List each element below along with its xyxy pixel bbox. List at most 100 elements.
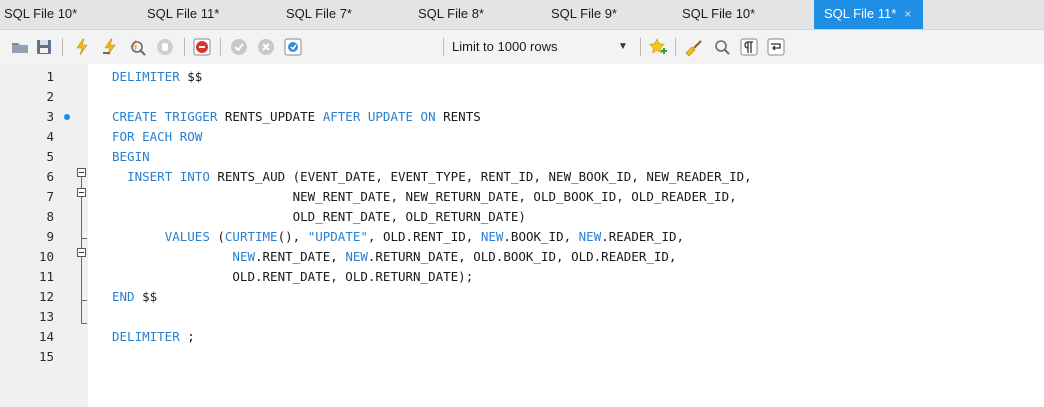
code-token: .RENT_DATE,	[255, 249, 346, 264]
code-token: (	[209, 229, 225, 244]
code-line[interactable]: 5 BEGIN	[0, 147, 1044, 167]
sql-code-editor[interactable]: 1 DELIMITER $$ 2 3 CREATE TRIGGER RENTS_UPDA…	[0, 64, 1044, 407]
code-text: BEGIN	[112, 147, 150, 167]
code-token: $$	[134, 289, 158, 304]
explain-magnifier-icon[interactable]	[127, 37, 147, 57]
sql-editor-toolbar: Limit to 1000 rows ▼	[0, 30, 1044, 65]
find-icon[interactable]	[712, 37, 732, 57]
code-line[interactable]: 4 FOR EACH ROW	[0, 127, 1044, 147]
code-line[interactable]: 8 OLD_RENT_DATE, OLD_RETURN_DATE)	[0, 207, 1044, 227]
sql-keyword: CURTIME	[224, 229, 278, 244]
code-line[interactable]: 6 INSERT INTO RENTS_AUD (EVENT_DATE, EVE…	[0, 167, 1044, 187]
sql-keyword: VALUES	[164, 229, 210, 244]
code-token: .READER_ID,	[601, 229, 685, 244]
code-text: VALUES (CURTIME(), "UPDATE", OLD.RENT_ID…	[112, 227, 684, 247]
code-token: OLD_RENT_DATE, OLD_RETURN_DATE)	[112, 209, 526, 224]
code-token: RENTS_UPDATE	[217, 109, 323, 124]
code-line[interactable]: 14 DELIMITER ;	[0, 327, 1044, 347]
code-line[interactable]: 1 DELIMITER $$	[0, 67, 1044, 87]
sql-keyword: "UPDATE"	[307, 229, 368, 244]
limit-rows-select[interactable]: Limit to 1000 rows ▼	[452, 36, 634, 58]
code-text: OLD_RENT_DATE, OLD_RETURN_DATE)	[112, 207, 526, 227]
close-icon[interactable]: ×	[904, 7, 911, 21]
autocommit-icon[interactable]	[283, 37, 303, 57]
line-number: 12	[38, 289, 54, 304]
save-icon[interactable]	[34, 37, 54, 57]
sql-keyword: NEW	[578, 229, 602, 244]
code-text: END $$	[112, 287, 157, 307]
fold-toggle-values[interactable]	[77, 248, 86, 257]
open-folder-icon[interactable]	[10, 37, 30, 57]
fold-toggle-begin[interactable]	[77, 168, 86, 177]
tab-sql-file-9[interactable]: SQL File 9*	[551, 0, 617, 29]
code-token: $$	[179, 69, 203, 84]
sql-keyword: END	[112, 289, 135, 304]
tab-sql-file-11-a[interactable]: SQL File 11*	[147, 0, 219, 29]
code-token: OLD.RENT_DATE, OLD.RETURN_DATE);	[112, 269, 474, 284]
rollback-icon[interactable]	[256, 37, 276, 57]
sql-keyword: NEW	[232, 249, 255, 264]
code-text: FOR EACH ROW	[112, 127, 202, 147]
tab-sql-file-10-a[interactable]: SQL File 10*	[4, 0, 77, 29]
line-number: 10	[38, 249, 54, 264]
fold-guide	[81, 197, 82, 238]
sql-keyword: DELIMITER	[112, 329, 180, 344]
code-token: .BOOK_ID,	[503, 229, 579, 244]
code-token: .RETURN_DATE, OLD.BOOK_ID, OLD.READER_ID…	[367, 249, 677, 264]
line-number: 11	[38, 269, 54, 284]
code-line[interactable]: 13	[0, 307, 1044, 327]
wrap-lines-icon[interactable]	[766, 37, 786, 57]
code-token: NEW_RENT_DATE, NEW_RETURN_DATE, OLD_BOOK…	[112, 189, 737, 204]
code-line[interactable]: 10 NEW.RENT_DATE, NEW.RETURN_DATE, OLD.B…	[0, 247, 1044, 267]
tab-sql-file-8[interactable]: SQL File 8*	[418, 0, 484, 29]
fold-guide-end	[81, 323, 87, 324]
code-line[interactable]: 12 END $$	[0, 287, 1044, 307]
sql-keyword: NEW	[480, 229, 504, 244]
tab-sql-file-10-b[interactable]: SQL File 10*	[682, 0, 755, 29]
stop-icon[interactable]	[155, 37, 175, 57]
code-token: RENTS_AUD (EVENT_DATE, EVENT_TYPE, RENT_…	[209, 169, 752, 184]
bookmark-star-icon[interactable]	[648, 37, 668, 57]
line-number: 3	[46, 109, 54, 124]
line-number: 14	[38, 329, 54, 344]
code-line[interactable]: 3 CREATE TRIGGER RENTS_UPDATE AFTER UPDAT…	[0, 107, 1044, 127]
toggle-error-icon[interactable]	[192, 37, 212, 57]
fold-guide	[81, 238, 82, 248]
line-number: 9	[46, 229, 54, 244]
code-line[interactable]: 11 OLD.RENT_DATE, OLD.RETURN_DATE);	[0, 267, 1044, 287]
line-number: 2	[46, 89, 54, 104]
sql-keyword: CREATE TRIGGER	[112, 109, 218, 124]
execute-lightning-icon[interactable]	[72, 37, 92, 57]
tab-sql-file-11-active[interactable]: SQL File 11* ×	[814, 0, 924, 29]
tab-sql-file-7[interactable]: SQL File 7*	[286, 0, 352, 29]
code-token: RENTS	[435, 109, 481, 124]
code-text: OLD.RENT_DATE, OLD.RETURN_DATE);	[112, 267, 473, 287]
commit-icon[interactable]	[229, 37, 249, 57]
fold-toggle-insert[interactable]	[77, 188, 86, 197]
code-text: DELIMITER ;	[112, 327, 195, 347]
line-number: 7	[46, 189, 54, 204]
code-line[interactable]: 15	[0, 347, 1044, 367]
code-line[interactable]: 7 NEW_RENT_DATE, NEW_RETURN_DATE, OLD_BO…	[0, 187, 1044, 207]
tab-label: SQL File 11*	[824, 6, 897, 21]
line-number: 5	[46, 149, 54, 164]
code-text: DELIMITER $$	[112, 67, 202, 87]
sql-keyword: INSERT INTO	[127, 169, 210, 184]
fold-guide	[81, 257, 82, 323]
beautify-broom-icon[interactable]	[683, 37, 703, 57]
invisible-chars-icon[interactable]	[739, 37, 759, 57]
toolbar-separator	[675, 38, 676, 56]
execute-cursor-lightning-icon[interactable]	[100, 37, 120, 57]
sql-keyword: BEGIN	[112, 149, 150, 164]
toolbar-separator	[62, 38, 63, 56]
line-number: 8	[46, 209, 54, 224]
sql-keyword: AFTER UPDATE ON	[322, 109, 436, 124]
code-line[interactable]: 2	[0, 87, 1044, 107]
fold-guide-end	[81, 300, 87, 301]
statement-marker-dot-icon	[64, 114, 70, 120]
code-text: INSERT INTO RENTS_AUD (EVENT_DATE, EVENT…	[112, 167, 752, 187]
code-line[interactable]: 9 VALUES (CURTIME(), "UPDATE", OLD.RENT_…	[0, 227, 1044, 247]
toolbar-separator	[640, 38, 641, 56]
